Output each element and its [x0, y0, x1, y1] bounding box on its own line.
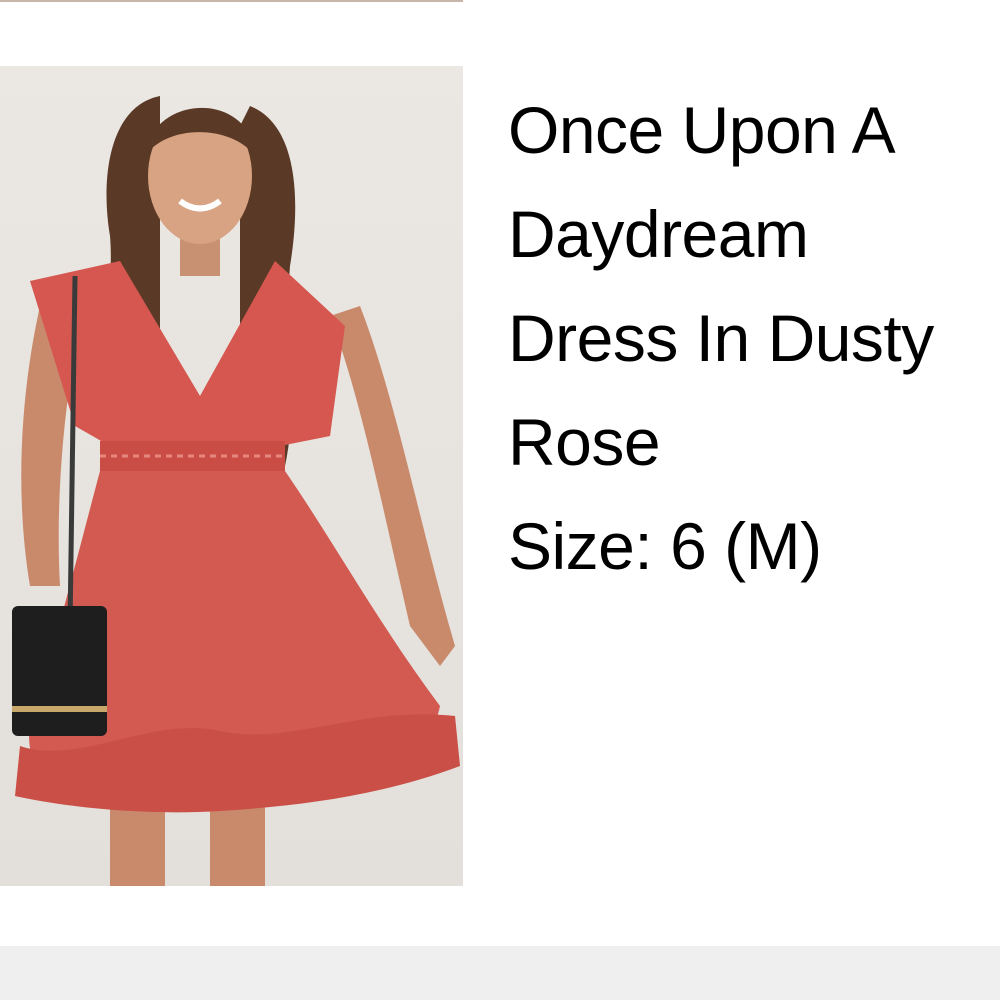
bottom-bar	[0, 946, 1000, 1000]
listing-page: Once Upon A Daydream Dress In Dusty Rose…	[0, 0, 1000, 1000]
product-title[interactable]: Once Upon A Daydream Dress In Dusty Rose	[508, 78, 988, 494]
product-size: Size: 6 (M)	[508, 509, 822, 583]
product-photo-illustration	[12, 96, 460, 886]
product-photo[interactable]	[0, 66, 463, 886]
product-info: Once Upon A Daydream Dress In Dusty Rose…	[508, 78, 988, 598]
top-divider	[0, 0, 463, 2]
